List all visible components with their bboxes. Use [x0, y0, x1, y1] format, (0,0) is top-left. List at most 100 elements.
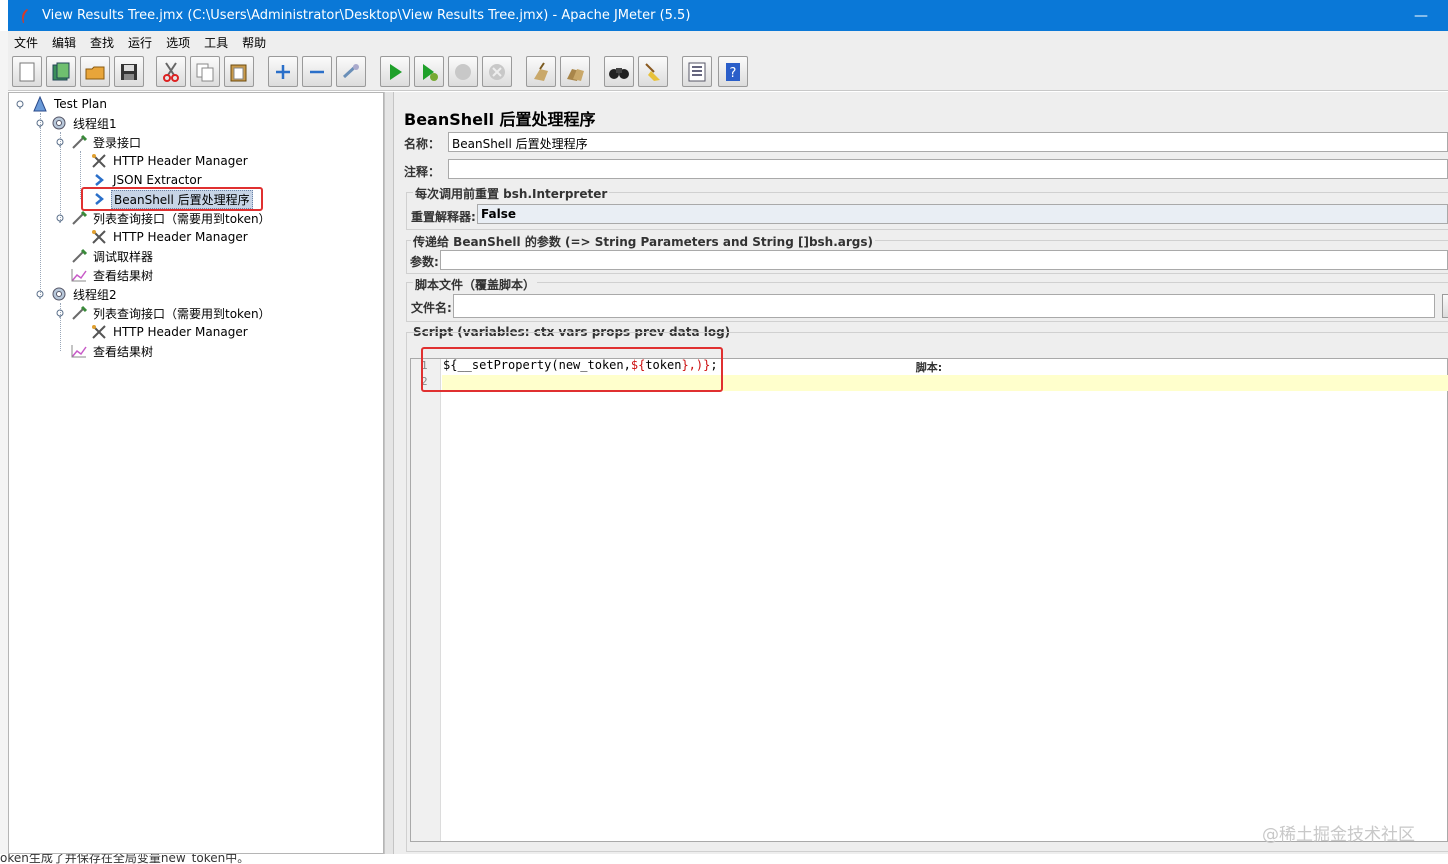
clear-all-icon — [567, 68, 584, 81]
clear-button[interactable] — [526, 56, 556, 87]
annotation-highlight — [421, 347, 723, 392]
name-label: 名称： — [404, 137, 441, 151]
cut-button[interactable] — [156, 56, 186, 87]
menu-run[interactable]: 运行 — [128, 34, 152, 51]
toggle-icon — [342, 63, 359, 78]
help-icon: ? — [726, 62, 740, 81]
help-button[interactable]: ? — [718, 56, 748, 87]
panel-title: BeanShell 后置处理程序 — [404, 110, 596, 129]
menu-help[interactable]: 帮助 — [242, 34, 266, 51]
tree-node-label: 查看结果树 — [93, 268, 154, 283]
tree-node-label: Test Plan — [54, 97, 107, 111]
tree-node-thread-group-1[interactable]: 线程组1 — [50, 114, 119, 132]
expand-all-button[interactable] — [268, 56, 298, 87]
function-helper-button[interactable] — [682, 56, 712, 87]
tree-node-view-results-tree[interactable]: 查看结果树 — [70, 266, 155, 284]
templates-icon — [52, 62, 70, 80]
gear-icon — [52, 116, 66, 130]
tree-node-label: 线程组2 — [73, 287, 117, 302]
tree-node-list-query-api[interactable]: 列表查询接口（需要用到token） — [70, 209, 273, 227]
parameters-label: 参数: — [410, 255, 439, 269]
parameters-group-title: 传递给 BeanShell 的参数 (=> String Parameters … — [411, 233, 876, 250]
new-icon — [19, 62, 35, 81]
expander-icon[interactable] — [55, 308, 65, 318]
tree-node-view-results-tree[interactable]: 查看结果树 — [70, 342, 155, 360]
open-button[interactable] — [80, 56, 110, 87]
tools-icon — [92, 230, 106, 244]
tree-node-label: 登录接口 — [93, 135, 142, 150]
script-editor[interactable]: 1 2 脚本: ${__setProperty(new_token,${toke… — [410, 358, 1448, 842]
reset-search-button[interactable] — [638, 56, 668, 87]
start-button[interactable] — [380, 56, 410, 87]
collapse-all-button[interactable] — [302, 56, 332, 87]
name-input[interactable]: BeanShell 后置处理程序 — [448, 132, 1448, 152]
tree-node-http-header-manager[interactable]: HTTP Header Manager — [90, 228, 250, 246]
pipette-icon — [72, 134, 88, 149]
expander-icon[interactable] — [55, 137, 65, 147]
tree-node-label: HTTP Header Manager — [113, 154, 248, 168]
new-button[interactable] — [12, 56, 42, 87]
test-plan-tree: Test Plan 线程组1 登录接口 HTTP Header Manager … — [8, 92, 384, 854]
file-name-input[interactable] — [453, 294, 1435, 318]
tree-node-login-api[interactable]: 登录接口 — [70, 133, 143, 151]
parameters-input[interactable] — [440, 250, 1448, 270]
templates-button[interactable] — [46, 56, 76, 87]
file-name-label: 文件名: — [411, 301, 452, 315]
save-icon — [121, 63, 137, 80]
reset-interpreter-select[interactable]: False — [477, 204, 1448, 224]
minimize-button[interactable]: — — [1414, 8, 1428, 24]
tree-node-http-header-manager[interactable]: HTTP Header Manager — [90, 323, 250, 341]
tree-node-debug-sampler[interactable]: 调试取样器 — [70, 247, 155, 265]
background-window-strip — [0, 31, 8, 864]
expander-icon[interactable] — [35, 289, 45, 299]
pipette-icon — [72, 248, 88, 263]
clear-all-button[interactable] — [560, 56, 590, 87]
tree-node-http-header-manager[interactable]: HTTP Header Manager — [90, 152, 250, 170]
line-number-gutter: 1 2 — [411, 359, 441, 841]
comment-input[interactable] — [448, 159, 1448, 179]
expander-icon[interactable] — [55, 213, 65, 223]
menu-tools[interactable]: 工具 — [204, 34, 228, 51]
menu-file[interactable]: 文件 — [14, 34, 38, 51]
tree-node-list-query-api[interactable]: 列表查询接口（需要用到token） — [70, 304, 273, 322]
gear-icon — [52, 287, 66, 301]
stop-icon — [455, 63, 471, 80]
toggle-button[interactable] — [336, 56, 366, 87]
stop-button[interactable] — [448, 56, 478, 87]
start-no-pause-icon — [423, 63, 438, 81]
browse-button[interactable] — [1442, 294, 1448, 318]
panel-splitter[interactable] — [384, 92, 394, 856]
tree-node-label: HTTP Header Manager — [113, 325, 248, 339]
paste-button[interactable] — [224, 56, 254, 87]
tree-node-test-plan[interactable]: Test Plan — [31, 95, 109, 113]
bottom-caption: oken生成了并保存在全局变量new_token中。 — [0, 854, 250, 864]
list-icon — [688, 62, 706, 81]
tree-node-label: HTTP Header Manager — [113, 230, 248, 244]
expander-icon[interactable] — [35, 118, 45, 128]
shutdown-icon — [489, 63, 505, 80]
expander-icon[interactable] — [15, 99, 25, 109]
copy-button[interactable] — [190, 56, 220, 87]
shutdown-button[interactable] — [482, 56, 512, 87]
tree-node-label: JSON Extractor — [113, 173, 202, 187]
plus-icon — [276, 64, 290, 79]
broom-icon — [645, 62, 660, 81]
arrow-right-icon — [95, 174, 104, 186]
paste-icon — [230, 64, 247, 81]
svg-text:?: ? — [730, 66, 737, 81]
save-button[interactable] — [114, 56, 144, 87]
start-no-pause-button[interactable] — [414, 56, 444, 87]
menu-options[interactable]: 选项 — [166, 34, 190, 51]
tree-node-thread-group-2[interactable]: 线程组2 — [50, 285, 119, 303]
menu-edit[interactable]: 编辑 — [52, 34, 76, 51]
title-bar: View Results Tree.jmx (C:\Users\Administ… — [8, 0, 1448, 31]
tree-connector — [40, 113, 41, 295]
tree-node-label: 列表查询接口（需要用到token） — [93, 211, 271, 226]
tools-icon — [92, 325, 106, 339]
minus-icon — [310, 70, 324, 73]
search-button[interactable] — [604, 56, 634, 87]
tree-node-label: 调试取样器 — [93, 249, 154, 264]
listener-chart-icon — [71, 345, 87, 358]
binoculars-icon — [609, 67, 629, 79]
menu-search[interactable]: 查找 — [90, 34, 114, 51]
